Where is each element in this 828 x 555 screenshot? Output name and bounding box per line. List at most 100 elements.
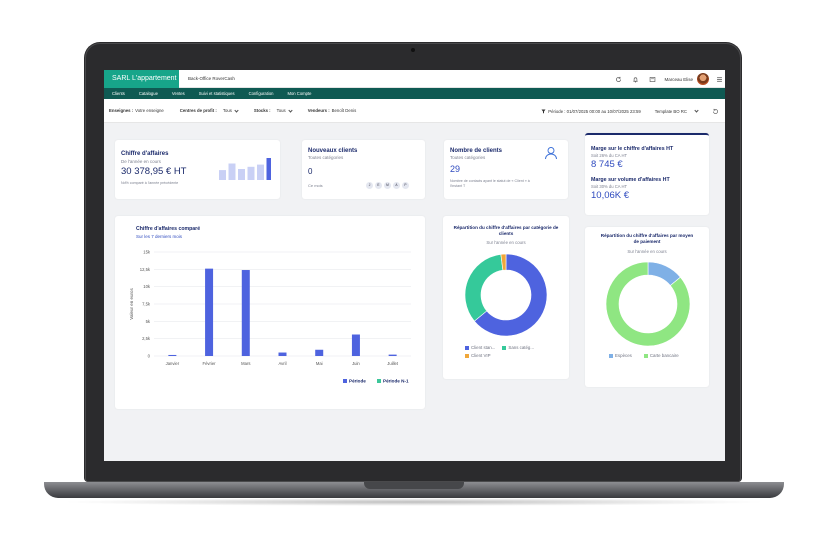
comparison-title: Chiffre d'affaires comparé bbox=[136, 226, 201, 232]
volume-margin-subtitle: Soit 30% du CA HT bbox=[591, 184, 628, 189]
filter-right: Période : 01/07/2025 00:00 au 10/07/2025… bbox=[541, 99, 725, 123]
top-icons: Marceau Elise bbox=[607, 70, 725, 88]
payment-donut-chart bbox=[605, 261, 691, 347]
month-badges: J E M A P bbox=[366, 182, 411, 189]
legend-label[interactable]: Période bbox=[349, 379, 366, 384]
mini-bar bbox=[257, 164, 264, 180]
period-selector[interactable]: Période : 01/07/2025 00:00 au 10/07/2025… bbox=[541, 109, 641, 114]
new-clients-title: Nouveaux clients bbox=[308, 148, 358, 154]
comparison-bar-chart: 0 2,5k 5k 7,5k 10k 12,5k 15k Valeur en euros Jan… bbox=[129, 250, 411, 384]
month-badge[interactable]: P bbox=[402, 182, 409, 189]
template-select[interactable]: Template BO RC bbox=[655, 108, 699, 114]
payment-split-card[interactable]: Répartition du chiffre d'affaires par mo… bbox=[585, 227, 709, 387]
volume-margin-value: 10,06K € bbox=[591, 190, 630, 201]
bar-periode[interactable] bbox=[315, 349, 324, 356]
mini-bar bbox=[266, 158, 271, 180]
donut-slice[interactable] bbox=[464, 253, 504, 322]
new-clients-card[interactable]: Nouveaux clients Toutes catégories 0 Ce … bbox=[302, 140, 425, 199]
client-count-card[interactable]: Nombre de clients Toutes catégories 29 N… bbox=[444, 140, 568, 199]
brand-name[interactable]: SARL L'appartement bbox=[104, 70, 179, 88]
y-tick-label: 10k bbox=[143, 284, 151, 289]
bar-periode[interactable] bbox=[351, 334, 360, 356]
laptop-notch bbox=[364, 482, 464, 489]
category-donut-chart bbox=[464, 253, 548, 337]
laptop-shadow bbox=[60, 498, 768, 506]
bar-periode[interactable] bbox=[205, 268, 214, 356]
y-tick-label: 2,5k bbox=[142, 336, 151, 341]
client-count-note: Nombre de contacts ayant le statut de « … bbox=[450, 179, 530, 188]
bar-periode[interactable] bbox=[388, 354, 397, 356]
client-count-title: Nombre de clients bbox=[450, 148, 503, 154]
refresh-icon[interactable] bbox=[612, 73, 624, 85]
legend-label[interactable]: Période N-1 bbox=[383, 379, 409, 384]
register-icon[interactable] bbox=[646, 73, 658, 85]
revenue-subtitle: De l'année en cours bbox=[121, 159, 161, 164]
category-split-subtitle: Sur l'année en cours bbox=[486, 240, 526, 245]
revenue-value: 30 378,95 € HT bbox=[121, 166, 187, 177]
mini-bar bbox=[228, 163, 236, 180]
bar-periode[interactable] bbox=[278, 352, 287, 356]
filter-vendeurs-value: Benoît Denis bbox=[331, 108, 357, 113]
y-tick-label: 5k bbox=[146, 319, 151, 324]
nav-suivi[interactable]: Suivi et statistiques bbox=[199, 91, 235, 96]
legend-swatch bbox=[643, 353, 648, 358]
month-badge[interactable]: J bbox=[366, 182, 373, 189]
margin-card[interactable]: Marge sur le chiffre d'affaires HT Soit … bbox=[585, 133, 709, 215]
x-tick-label: Juin bbox=[352, 361, 360, 366]
filter-enseignes[interactable]: Enseignes : Votre enseigne bbox=[109, 108, 164, 113]
margin-value: 8 745 € bbox=[591, 159, 623, 170]
revenue-card[interactable]: Chiffre d'affaires De l'année en cours 3… bbox=[115, 140, 280, 199]
nav-ventes[interactable]: Ventes bbox=[172, 91, 185, 96]
new-clients-subtitle: Toutes catégories bbox=[308, 155, 344, 160]
top-bar: SARL L'appartement Back-Office RoverCash… bbox=[104, 70, 725, 88]
month-badge[interactable]: M bbox=[384, 182, 391, 189]
category-legend: Client stan... Sans catég... Client VIP bbox=[465, 345, 565, 361]
legend-label: Client VIP bbox=[471, 353, 491, 358]
mini-bar bbox=[238, 169, 245, 180]
filter-centres[interactable]: Centres de profit : Tous bbox=[179, 107, 239, 113]
y-tick-label: 15k bbox=[143, 250, 151, 255]
comparison-subtitle: Sur les 7 derniers mois bbox=[136, 234, 183, 239]
month-badge[interactable]: E bbox=[375, 182, 382, 189]
category-split-title: Répartition du chiffre d'affaires par ca… bbox=[453, 225, 559, 236]
nav-clients[interactable]: Clients bbox=[112, 91, 125, 96]
chevron-down-icon bbox=[288, 107, 293, 113]
legend-swatch bbox=[343, 379, 347, 383]
avatar[interactable] bbox=[697, 73, 709, 85]
filter-icon bbox=[541, 109, 546, 113]
y-tick-label: 7,5k bbox=[142, 302, 151, 307]
nav-configuration[interactable]: Configuration bbox=[249, 91, 274, 96]
legend-label: Sans catég... bbox=[508, 345, 535, 350]
margin-subtitle: Soit 26% du CA HT bbox=[591, 153, 628, 158]
webcam bbox=[411, 48, 415, 52]
main-nav: Clients Catalogue Ventes Suivi et statis… bbox=[104, 88, 725, 99]
filter-stocks-value: Tous bbox=[276, 108, 286, 113]
reset-icon[interactable] bbox=[709, 105, 721, 117]
nav-mon-compte[interactable]: Mon Compte bbox=[287, 91, 311, 96]
menu-icon[interactable] bbox=[713, 73, 725, 85]
bell-icon[interactable] bbox=[629, 73, 641, 85]
x-tick-label: Janvier bbox=[166, 361, 180, 366]
legend-item[interactable]: Client stan... bbox=[465, 345, 495, 350]
revenue-note: Nd% comparé à l'année précédente bbox=[121, 181, 179, 185]
legend-item[interactable]: Sans catég... bbox=[502, 345, 534, 350]
user-icon bbox=[545, 147, 557, 160]
filter-stocks[interactable]: Stocks : Tous bbox=[254, 107, 293, 113]
revenue-comparison-card[interactable]: Chiffre d'affaires comparé Sur les 7 der… bbox=[115, 216, 425, 409]
legend-item[interactable]: Client VIP bbox=[465, 353, 491, 358]
filter-centres-label: Centres de profit : bbox=[179, 108, 217, 113]
x-tick-label: Février bbox=[203, 361, 217, 366]
nav-catalogue[interactable]: Catalogue bbox=[139, 91, 158, 96]
legend-item[interactable]: Espèces bbox=[609, 353, 632, 358]
user-name[interactable]: Marceau Elise bbox=[664, 77, 693, 82]
screen: SARL L'appartement Back-Office RoverCash… bbox=[104, 70, 725, 461]
legend-swatch bbox=[465, 345, 469, 350]
category-split-card[interactable]: Répartition du chiffre d'affaires par ca… bbox=[443, 216, 569, 379]
legend-item[interactable]: Carte bancaire bbox=[643, 353, 679, 358]
x-tick-label: Juillet bbox=[387, 361, 399, 366]
bar-periode[interactable] bbox=[241, 270, 250, 356]
filter-enseignes-value: Votre enseigne bbox=[135, 108, 164, 113]
filter-vendeurs[interactable]: Vendeurs : Benoît Denis bbox=[308, 108, 357, 113]
bar-periode[interactable] bbox=[168, 354, 177, 356]
month-badge[interactable]: A bbox=[393, 182, 400, 189]
